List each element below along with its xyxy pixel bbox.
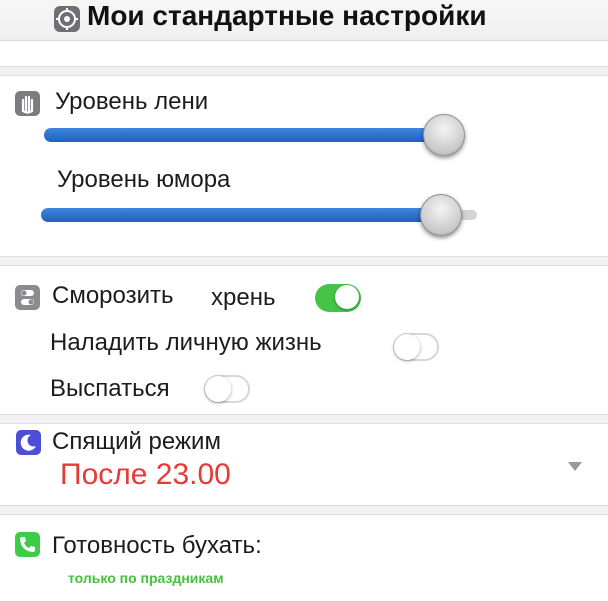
sleep-mode-value[interactable]: После 23.00: [60, 458, 231, 492]
chevron-down-icon[interactable]: [568, 462, 582, 471]
section-divider: [0, 505, 608, 515]
get-sleep-label: Выспаться: [50, 375, 170, 402]
blurt-nonsense-label: Сморозить: [52, 282, 174, 309]
get-sleep-toggle[interactable]: [204, 375, 250, 403]
moon-icon: [16, 430, 41, 455]
section-divider: [0, 66, 608, 76]
section-divider: [0, 414, 608, 424]
section-divider: [0, 256, 608, 266]
gear-icon: [54, 6, 80, 32]
humor-level-label: Уровень юмора: [57, 166, 231, 193]
blurt-nonsense-label-extra: хрень: [211, 284, 276, 311]
fix-personal-life-toggle[interactable]: [393, 333, 439, 361]
laziness-slider-fill: [44, 128, 444, 142]
laziness-slider-knob[interactable]: [423, 114, 465, 156]
humor-slider-fill: [41, 208, 441, 222]
blurt-nonsense-toggle[interactable]: [315, 284, 361, 312]
settings-toggles-icon: [15, 285, 40, 310]
sleep-mode-label: Спящий режим: [52, 428, 221, 455]
page-title: Мои стандартные настройки: [87, 0, 487, 31]
humor-slider-knob[interactable]: [420, 194, 462, 236]
drink-readiness-value: только по праздникам: [68, 570, 224, 586]
hand-icon: [15, 91, 40, 116]
laziness-level-label: Уровень лени: [55, 88, 209, 115]
drink-readiness-label: Готовность бухать:: [52, 532, 262, 559]
phone-icon: [15, 532, 40, 557]
fix-personal-life-label: Наладить личную жизнь: [50, 329, 322, 356]
